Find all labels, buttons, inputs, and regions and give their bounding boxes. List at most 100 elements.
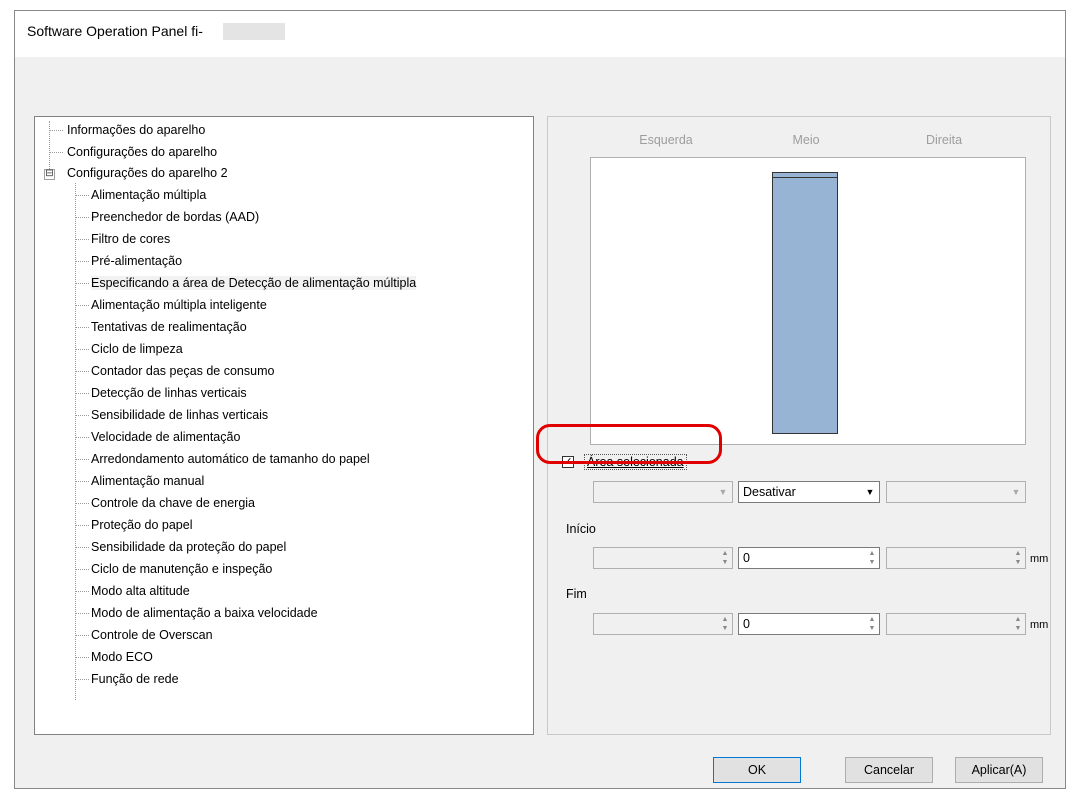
- tree-item-arredondamento[interactable]: Arredondamento automático de tamanho do …: [91, 449, 370, 469]
- tree-connector: [75, 679, 89, 680]
- end-label: Fim: [566, 587, 587, 601]
- tree-connector: [75, 217, 89, 218]
- tree-connector: [75, 327, 89, 328]
- tree-item-label: Proteção do papel: [91, 518, 193, 532]
- tree-item-alimentacao-inteligente[interactable]: Alimentação múltipla inteligente: [91, 295, 267, 315]
- tree-connector: [75, 547, 89, 548]
- tree-item-label: Sensibilidade de linhas verticais: [91, 408, 269, 422]
- tree-item-baixa-velocidade[interactable]: Modo de alimentação a baixa velocidade: [91, 603, 318, 623]
- tree-connector: [75, 503, 89, 504]
- combo-value: Desativar: [743, 485, 796, 499]
- spinner-value[interactable]: 0: [743, 617, 750, 631]
- tree-connector: [75, 635, 89, 636]
- tree-item-configuracoes-2[interactable]: Configurações do aparelho 2: [67, 163, 228, 183]
- tree-item-label: Ciclo de manutenção e inspeção: [91, 562, 273, 576]
- tree-item-label: Velocidade de alimentação: [91, 430, 241, 444]
- tree-connector: [75, 569, 89, 570]
- tree-item-label: Arredondamento automático de tamanho do …: [91, 452, 370, 466]
- middle-combo[interactable]: Desativar ▼: [738, 481, 880, 503]
- tree-item-alimentacao-multipla[interactable]: Alimentação múltipla: [91, 185, 206, 205]
- end-left-spinner: ▲ ▼: [593, 613, 733, 635]
- tree-item-label: Preenchedor de bordas (AAD): [91, 210, 260, 224]
- area-preview: [590, 157, 1026, 445]
- tree-item-protecao-papel[interactable]: Proteção do papel: [91, 515, 192, 535]
- tree-connector: [75, 305, 89, 306]
- right-combo: ▼: [886, 481, 1026, 503]
- cancel-button[interactable]: Cancelar: [845, 757, 933, 783]
- spinner-arrows-icon: ▲ ▼: [1014, 550, 1022, 566]
- tree-item-label: Controle da chave de energia: [91, 496, 256, 510]
- annotation-highlight: [536, 424, 722, 464]
- start-label: Início: [566, 522, 596, 536]
- end-right-spinner: ▲ ▼: [886, 613, 1026, 635]
- tree-item-informacoes[interactable]: Informações do aparelho: [67, 120, 205, 140]
- tree-item-sensibilidade-linhas[interactable]: Sensibilidade de linhas verticais: [91, 405, 268, 425]
- tree-connector: [75, 239, 89, 240]
- spinner-arrows-icon: ▲ ▼: [721, 616, 729, 632]
- bar-top-edge: [773, 177, 837, 178]
- tree-connector: [75, 349, 89, 350]
- tree-item-alta-altitude[interactable]: Modo alta altitude: [91, 581, 190, 601]
- end-middle-spinner[interactable]: 0 ▲ ▼: [738, 613, 880, 635]
- tree-item-modo-eco[interactable]: Modo ECO: [91, 647, 153, 667]
- model-redaction: [223, 23, 285, 40]
- dialog-window: Software Operation Panel fi- ⊟ Informaçõ…: [14, 10, 1066, 789]
- tree-item-ciclo-limpeza[interactable]: Ciclo de limpeza: [91, 339, 183, 359]
- tree-item-label: Informações do aparelho: [67, 123, 206, 137]
- tree-item-funcao-rede[interactable]: Função de rede: [91, 669, 179, 689]
- tree-connector: [75, 657, 89, 658]
- tree-item-filtro-cores[interactable]: Filtro de cores: [91, 229, 170, 249]
- tree-item-label: Filtro de cores: [91, 232, 171, 246]
- tree-item-label: Alimentação manual: [91, 474, 205, 488]
- tree-item-deteccao-linhas[interactable]: Detecção de linhas verticais: [91, 383, 247, 403]
- dropdown-arrow-icon[interactable]: ▼: [863, 484, 877, 500]
- tree-item-label: Configurações do aparelho 2: [67, 166, 228, 180]
- settings-tree[interactable]: ⊟ Informações do aparelho Configurações …: [34, 116, 534, 735]
- tree-item-chave-energia[interactable]: Controle da chave de energia: [91, 493, 255, 513]
- tree-connector: [75, 393, 89, 394]
- tree-connector: [75, 195, 89, 196]
- tree-item-configuracoes[interactable]: Configurações do aparelho: [67, 142, 217, 162]
- selected-area-bar: [772, 172, 838, 434]
- window-title: Software Operation Panel fi-: [27, 23, 203, 39]
- tree-item-velocidade[interactable]: Velocidade de alimentação: [91, 427, 240, 447]
- dropdown-arrow-icon: ▼: [718, 487, 728, 497]
- tree-item-label: Função de rede: [91, 672, 179, 686]
- spinner-arrows-icon: ▲ ▼: [721, 550, 729, 566]
- tree-item-ciclo-manutencao[interactable]: Ciclo de manutenção e inspeção: [91, 559, 272, 579]
- tree-item-label: Modo alta altitude: [91, 584, 190, 598]
- column-right-label: Direita: [925, 133, 963, 147]
- tree-connector: [49, 130, 63, 131]
- spinner-arrows-icon[interactable]: ▲ ▼: [866, 549, 878, 567]
- spinner-value[interactable]: 0: [743, 551, 750, 565]
- tree-item-label: Alimentação múltipla: [91, 188, 207, 202]
- tree-connector: [75, 525, 89, 526]
- tree-item-area-deteccao[interactable]: Especificando a área de Detecção de alim…: [91, 273, 417, 293]
- tree-connector: [75, 459, 89, 460]
- start-middle-spinner[interactable]: 0 ▲ ▼: [738, 547, 880, 569]
- start-right-spinner: ▲ ▼: [886, 547, 1026, 569]
- tree-item-alimentacao-manual[interactable]: Alimentação manual: [91, 471, 204, 491]
- spinner-arrows-icon[interactable]: ▲ ▼: [866, 615, 878, 633]
- tree-item-overscan[interactable]: Controle de Overscan: [91, 625, 213, 645]
- tree-item-sensibilidade-protecao[interactable]: Sensibilidade da proteção do papel: [91, 537, 286, 557]
- collapse-icon[interactable]: ⊟: [44, 169, 55, 180]
- tree-item-preenchedor[interactable]: Preenchedor de bordas (AAD): [91, 207, 259, 227]
- tree-item-label: Modo ECO: [91, 650, 153, 664]
- column-middle-label: Meio: [792, 133, 820, 147]
- column-left-label: Esquerda: [639, 133, 693, 147]
- tree-connector: [75, 261, 89, 262]
- tree-item-contador[interactable]: Contador das peças de consumo: [91, 361, 274, 381]
- tree-item-tentativas[interactable]: Tentativas de realimentação: [91, 317, 247, 337]
- dropdown-arrow-icon: ▼: [1011, 487, 1021, 497]
- tree-connector: [75, 613, 89, 614]
- title-bar: Software Operation Panel fi-: [15, 11, 1065, 57]
- tree-item-pre-alimentacao[interactable]: Pré-alimentação: [91, 251, 182, 271]
- spinner-arrows-icon: ▲ ▼: [1014, 616, 1022, 632]
- tree-connector: [75, 283, 89, 284]
- apply-button[interactable]: Aplicar(A): [955, 757, 1043, 783]
- tree-item-label: Alimentação múltipla inteligente: [91, 298, 267, 312]
- left-combo: ▼: [593, 481, 733, 503]
- ok-button[interactable]: OK: [713, 757, 801, 783]
- tree-item-label: Configurações do aparelho: [67, 145, 218, 159]
